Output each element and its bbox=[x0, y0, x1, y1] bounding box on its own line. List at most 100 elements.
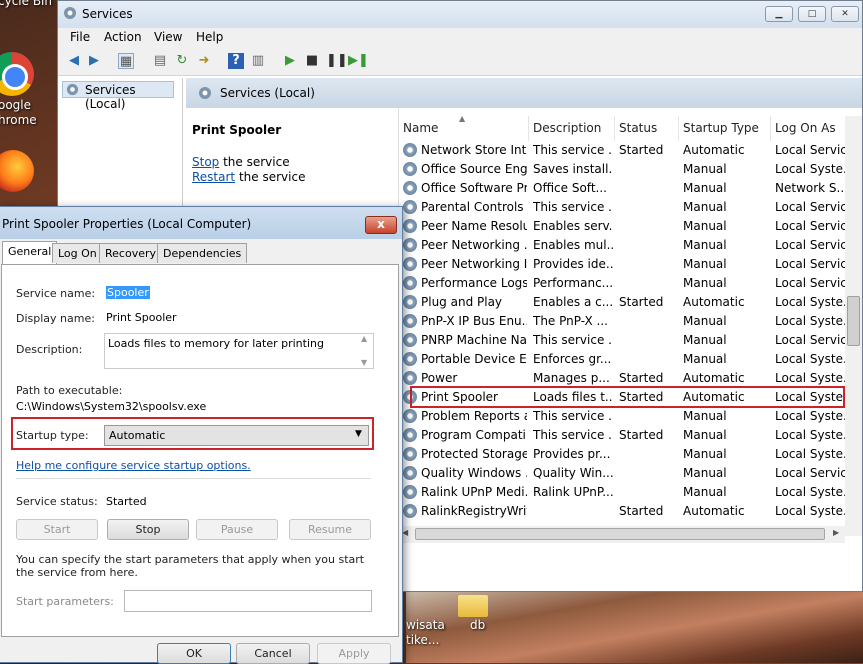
horizontal-scroll-thumb[interactable] bbox=[415, 528, 825, 540]
restart-suffix: the service bbox=[235, 170, 306, 184]
stop-button[interactable]: Stop bbox=[107, 519, 189, 540]
path-value[interactable]: C:\Windows\System32\spoolsv.exe bbox=[16, 400, 206, 413]
column-header-log-on-as[interactable]: Log On As bbox=[771, 116, 851, 141]
scroll-right-icon[interactable]: ▶ bbox=[833, 528, 839, 537]
desktop-recycle-bin-label[interactable]: cycle Bin bbox=[0, 0, 52, 9]
column-header-startup-type[interactable]: Startup Type bbox=[679, 116, 771, 141]
service-name-value[interactable]: Spooler bbox=[106, 286, 150, 299]
cell-desc: Ralink UPnP... bbox=[533, 485, 613, 499]
table-row[interactable]: Parental Controls This service ... Manual L… bbox=[399, 198, 862, 217]
restart-service-icon[interactable]: ▶❚ bbox=[348, 53, 369, 69]
menubar: File Action View Help bbox=[58, 28, 862, 48]
properties-dialog: Print Spooler Properties (Local Computer… bbox=[0, 206, 403, 664]
column-header-name[interactable]: Name ▲ bbox=[399, 114, 529, 141]
table-row[interactable]: PNRP Machine Na... This service ... Manual… bbox=[399, 331, 862, 350]
tab-dependencies[interactable]: Dependencies bbox=[157, 243, 248, 263]
menu-action[interactable]: Action bbox=[104, 30, 142, 44]
folder-icon[interactable] bbox=[458, 595, 488, 617]
table-row[interactable]: Performance Logs... Performanc... Manual Lo… bbox=[399, 274, 862, 293]
tree-item-services-local[interactable]: Services (Local) bbox=[62, 81, 174, 111]
stop-service-icon[interactable]: ■ bbox=[304, 53, 320, 69]
service-status-label: Service status: bbox=[16, 495, 98, 508]
minimize-button[interactable]: ▁ bbox=[765, 6, 793, 22]
table-row[interactable]: Quality Windows ... Quality Win... Manual L… bbox=[399, 464, 862, 483]
export-icon[interactable]: ➜ bbox=[196, 53, 212, 69]
startup-type-select[interactable]: Automatic ▼ bbox=[104, 425, 369, 446]
service-gear-icon bbox=[403, 295, 417, 309]
scroll-down-icon[interactable]: ▼ bbox=[361, 358, 367, 367]
horizontal-scrollbar[interactable]: ◀ ▶ bbox=[399, 526, 845, 543]
table-row[interactable]: Plug and Play Enables a c... Started Automa… bbox=[399, 293, 862, 312]
column-header-status[interactable]: Status bbox=[615, 116, 679, 141]
resume-button[interactable]: Resume bbox=[289, 519, 371, 540]
display-name-value[interactable]: Print Spooler bbox=[106, 311, 177, 324]
forward-icon[interactable]: ▶ bbox=[86, 53, 102, 69]
back-icon[interactable]: ◀ bbox=[66, 53, 82, 69]
tab-log-on[interactable]: Log On bbox=[52, 243, 103, 263]
column-header-description[interactable]: Description bbox=[529, 116, 615, 141]
table-row[interactable]: Problem Reports a... This service ... Manu… bbox=[399, 407, 862, 426]
desktop-chrome-label-2[interactable]: hrome bbox=[0, 113, 37, 128]
cell-logon: Local Syste... bbox=[775, 162, 847, 176]
show-hide-tree-icon[interactable]: ▦ bbox=[118, 53, 134, 69]
properties-icon[interactable]: ▤ bbox=[152, 53, 168, 69]
dialog-close-button[interactable]: x bbox=[365, 216, 397, 234]
vertical-scroll-thumb[interactable] bbox=[847, 296, 860, 346]
ok-button[interactable]: OK bbox=[157, 643, 231, 664]
maximize-button[interactable]: □ bbox=[798, 6, 826, 22]
desktop-wisata-label-1[interactable]: wisata bbox=[406, 618, 445, 633]
table-row[interactable]: Portable Device E... Enforces gr... Manual… bbox=[399, 350, 862, 369]
tab-general[interactable]: General bbox=[2, 241, 58, 265]
scroll-up-icon[interactable]: ▲ bbox=[361, 334, 367, 343]
cell-logon: Local Syste... bbox=[775, 485, 847, 499]
desktop-db-label[interactable]: db bbox=[470, 618, 485, 633]
table-row[interactable]: RalinkRegistryWriter Started Automatic Loca… bbox=[399, 502, 862, 521]
help-icon[interactable]: ? bbox=[228, 53, 244, 69]
cell-desc: Office Soft... bbox=[533, 181, 607, 195]
cell-desc: Enforces gr... bbox=[533, 352, 612, 366]
service-gear-icon bbox=[403, 219, 417, 233]
table-row[interactable]: Office Source Eng... Saves install... Manu… bbox=[399, 160, 862, 179]
desktop-chrome-label-1[interactable]: oogle bbox=[0, 98, 31, 113]
cell-logon: Local Service bbox=[775, 200, 847, 214]
cell-desc: This service ... bbox=[533, 428, 613, 442]
start-button[interactable]: Start bbox=[16, 519, 98, 540]
cancel-button[interactable]: Cancel bbox=[236, 643, 310, 664]
cell-name: Network Store Int... bbox=[421, 143, 527, 157]
menu-file[interactable]: File bbox=[70, 30, 90, 44]
firefox-icon[interactable] bbox=[0, 150, 34, 192]
tab-recovery[interactable]: Recovery bbox=[99, 243, 163, 263]
menu-help[interactable]: Help bbox=[196, 30, 223, 44]
sort-ascending-icon: ▲ bbox=[459, 114, 466, 123]
table-row[interactable]: Ralink UPnP Medi... Ralink UPnP... Manual L… bbox=[399, 483, 862, 502]
restart-service-link[interactable]: Restart bbox=[192, 170, 235, 184]
cell-logon: Local Service bbox=[775, 257, 847, 271]
table-row[interactable]: Office Software Pr... Office Soft... Manua… bbox=[399, 179, 862, 198]
chevron-down-icon[interactable]: ▼ bbox=[355, 429, 362, 439]
table-row[interactable]: Peer Name Resolu... Enables serv... Manual… bbox=[399, 217, 862, 236]
action-pane-icon[interactable]: ▥ bbox=[250, 53, 266, 69]
menu-view[interactable]: View bbox=[154, 30, 182, 44]
table-row[interactable]: Program Compati... This service ... Starte… bbox=[399, 426, 862, 445]
pause-button[interactable]: Pause bbox=[196, 519, 278, 540]
chrome-icon[interactable] bbox=[0, 52, 34, 96]
table-row[interactable]: Peer Networking I... Provides ide... Manua… bbox=[399, 255, 862, 274]
table-row[interactable]: Peer Networking ... Enables mul... Manual L… bbox=[399, 236, 862, 255]
vertical-scrollbar[interactable] bbox=[845, 116, 862, 536]
stop-service-link[interactable]: Stop bbox=[192, 155, 219, 169]
close-window-button[interactable]: ✕ bbox=[831, 6, 859, 22]
start-params-input[interactable] bbox=[124, 590, 372, 612]
cell-name: PNRP Machine Na... bbox=[421, 333, 527, 347]
help-configure-link[interactable]: Help me configure service startup option… bbox=[16, 459, 251, 472]
table-row[interactable]: Protected Storage Provides pr... Manual Loc… bbox=[399, 445, 862, 464]
pause-service-icon[interactable]: ❚❚ bbox=[326, 53, 348, 69]
column-description-label: Description bbox=[533, 121, 602, 135]
start-service-icon[interactable]: ▶ bbox=[282, 53, 298, 69]
desktop-wisata-label-2[interactable]: tike... bbox=[406, 633, 439, 648]
dialog-titlebar: Print Spooler Properties (Local Computer… bbox=[0, 207, 402, 239]
description-box[interactable]: Loads files to memory for later printing… bbox=[104, 333, 374, 369]
apply-button[interactable]: Apply bbox=[317, 643, 391, 664]
refresh-icon[interactable]: ↻ bbox=[174, 53, 190, 69]
table-row[interactable]: PnP-X IP Bus Enu... The PnP-X ... Manual Lo… bbox=[399, 312, 862, 331]
table-row[interactable]: Network Store Int... This service ... Star… bbox=[399, 141, 862, 160]
